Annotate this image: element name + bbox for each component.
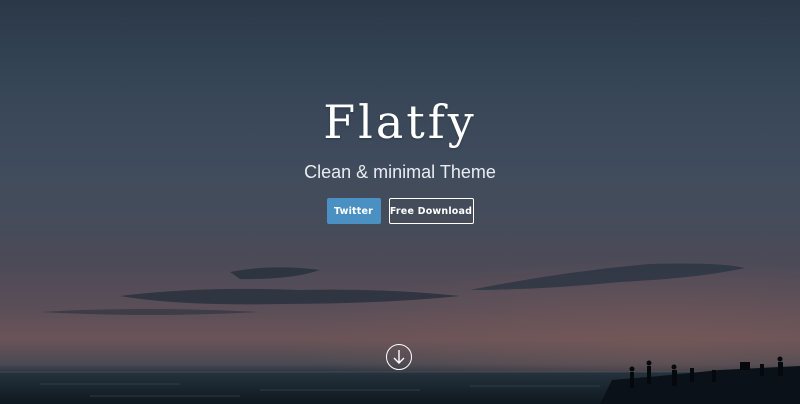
brand-title: Flatfy	[323, 95, 477, 149]
hero-actions: Twitter Free Download	[0, 198, 800, 224]
hero-section: Flatfy Clean & minimal Theme Twitter Fre…	[0, 0, 800, 404]
scroll-down-button[interactable]	[386, 344, 412, 370]
arrow-down-icon	[393, 350, 405, 364]
hero-tagline: Clean & minimal Theme	[304, 162, 496, 182]
free-download-button[interactable]: Free Download	[388, 198, 474, 224]
twitter-button[interactable]: Twitter	[326, 198, 381, 224]
